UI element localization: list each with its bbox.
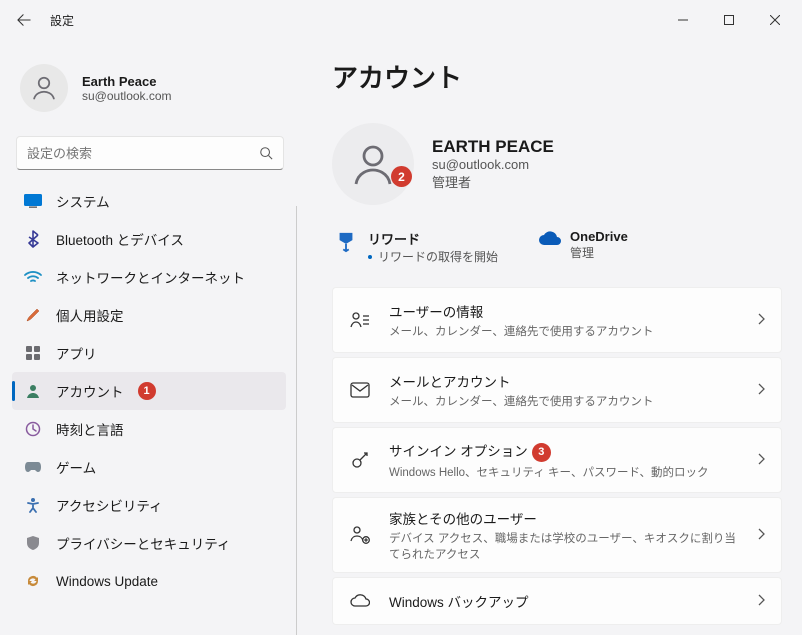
sidebar-item-system[interactable]: システム	[12, 182, 286, 220]
rewards-icon	[336, 229, 358, 256]
minimize-button[interactable]	[660, 4, 706, 36]
clock-icon	[24, 420, 42, 438]
onedrive-card[interactable]: OneDrive 管理	[538, 229, 628, 265]
sidebar-item-gaming[interactable]: ゲーム	[12, 448, 286, 486]
row-windows-backup[interactable]: Windows バックアップ	[332, 577, 782, 625]
apps-icon	[24, 344, 42, 362]
family-icon	[349, 525, 371, 545]
sidebar-item-accessibility[interactable]: アクセシビリティ	[12, 486, 286, 524]
person-icon	[29, 73, 59, 103]
mail-icon	[349, 382, 371, 398]
sidebar-item-label: Bluetooth とデバイス	[56, 229, 184, 249]
chevron-right-icon	[757, 383, 765, 398]
shield-icon	[24, 534, 42, 552]
row-sub: デバイス アクセス、職場または学校のユーザー、キオスクに割り当てられたアクセス	[389, 530, 739, 562]
sidebar-item-label: ゲーム	[56, 457, 96, 477]
row-title: サインイン オプション	[389, 444, 528, 459]
nav-list: システム Bluetooth とデバイス ネットワークとインターネット 個人用設…	[12, 182, 288, 635]
row-title: ユーザーの情報	[389, 301, 739, 321]
row-sub: メール、カレンダー、連絡先で使用するアカウント	[389, 393, 739, 409]
sidebar-item-bluetooth[interactable]: Bluetooth とデバイス	[12, 220, 286, 258]
sidebar-item-label: プライバシーとセキュリティ	[56, 533, 230, 553]
search-input[interactable]	[27, 146, 259, 161]
sidebar-item-label: 個人用設定	[56, 305, 124, 325]
account-role: 管理者	[432, 172, 554, 191]
row-title: メールとアカウント	[389, 371, 739, 391]
sidebar-item-label: アクセシビリティ	[56, 495, 163, 515]
sidebar-item-update[interactable]: Windows Update	[12, 562, 286, 600]
gamepad-icon	[24, 458, 42, 476]
key-icon	[349, 450, 371, 470]
row-title: 家族とその他のユーザー	[389, 508, 739, 528]
profile-name: Earth Peace	[82, 74, 172, 89]
window-title: 設定	[50, 12, 74, 29]
row-sub: メール、カレンダー、連絡先で使用するアカウント	[389, 323, 739, 339]
user-info-icon	[349, 311, 371, 329]
arrow-left-icon	[17, 13, 31, 27]
sidebar-item-time[interactable]: 時刻と言語	[12, 410, 286, 448]
system-icon	[24, 192, 42, 210]
row-email-accounts[interactable]: メールとアカウントメール、カレンダー、連絡先で使用するアカウント	[332, 357, 782, 423]
maximize-button[interactable]	[706, 4, 752, 36]
maximize-icon	[724, 15, 734, 25]
person-icon	[349, 140, 397, 188]
sidebar-item-label: ネットワークとインターネット	[56, 267, 245, 287]
account-profile: 2 EARTH PEACE su@outlook.com 管理者	[332, 123, 782, 205]
backup-icon	[349, 593, 371, 609]
sidebar-item-label: システム	[56, 191, 110, 211]
row-family-users[interactable]: 家族とその他のユーザーデバイス アクセス、職場または学校のユーザー、キオスクに割…	[332, 497, 782, 573]
row-title: Windows バックアップ	[389, 591, 739, 611]
bullet-icon	[368, 255, 372, 259]
search-icon	[259, 146, 273, 160]
divider	[296, 206, 297, 635]
back-button[interactable]	[8, 4, 40, 36]
rewards-card[interactable]: リワード リワードの取得を開始	[336, 229, 498, 265]
account-name: EARTH PEACE	[432, 137, 554, 157]
rewards-title: リワード	[368, 229, 498, 248]
bluetooth-icon	[24, 230, 42, 248]
rewards-sub: リワードの取得を開始	[378, 248, 498, 265]
brush-icon	[24, 306, 42, 324]
sidebar-profile[interactable]: Earth Peace su@outlook.com	[12, 48, 288, 132]
sidebar-item-accounts[interactable]: アカウント 1	[12, 372, 286, 410]
account-email: su@outlook.com	[432, 157, 554, 172]
sidebar-item-privacy[interactable]: プライバシーとセキュリティ	[12, 524, 286, 562]
onedrive-sub: 管理	[570, 244, 594, 261]
onedrive-icon	[538, 229, 560, 250]
avatar-large: 2	[332, 123, 414, 205]
profile-email: su@outlook.com	[82, 89, 172, 103]
chevron-right-icon	[757, 313, 765, 328]
avatar	[20, 64, 68, 112]
sidebar-item-label: アカウント	[56, 381, 124, 401]
network-icon	[24, 268, 42, 286]
row-signin-options[interactable]: サインイン オプション 3 Windows Hello、セキュリティ キー、パスワー…	[332, 427, 782, 493]
annotation-badge-2: 2	[391, 166, 412, 187]
chevron-right-icon	[757, 594, 765, 609]
accessibility-icon	[24, 496, 42, 514]
chevron-right-icon	[757, 453, 765, 468]
chevron-right-icon	[757, 528, 765, 543]
row-user-info[interactable]: ユーザーの情報メール、カレンダー、連絡先で使用するアカウント	[332, 287, 782, 353]
onedrive-title: OneDrive	[570, 229, 628, 244]
sidebar-item-label: 時刻と言語	[56, 419, 124, 439]
sidebar-item-network[interactable]: ネットワークとインターネット	[12, 258, 286, 296]
close-button[interactable]	[752, 4, 798, 36]
update-icon	[24, 572, 42, 590]
annotation-badge-3: 3	[532, 443, 551, 462]
page-heading: アカウント	[332, 58, 782, 95]
sidebar-item-personalization[interactable]: 個人用設定	[12, 296, 286, 334]
sidebar-item-label: アプリ	[56, 343, 97, 363]
row-sub: Windows Hello、セキュリティ キー、パスワード、動的ロック	[389, 464, 739, 480]
close-icon	[770, 15, 780, 25]
search-box[interactable]	[16, 136, 284, 170]
accounts-icon	[24, 382, 42, 400]
sidebar-item-label: Windows Update	[56, 574, 158, 589]
sidebar-item-apps[interactable]: アプリ	[12, 334, 286, 372]
minimize-icon	[678, 15, 688, 25]
annotation-badge-1: 1	[138, 382, 156, 400]
